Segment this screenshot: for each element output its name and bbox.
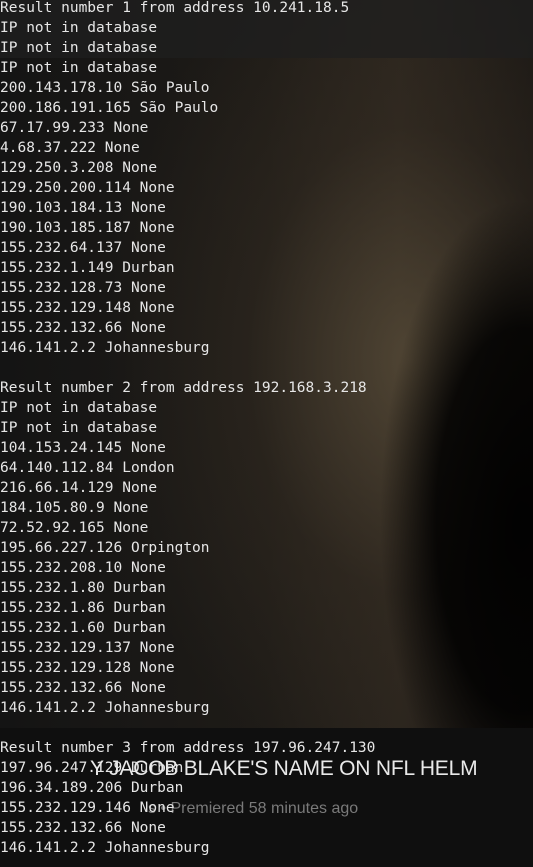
ip-location-line: 4.68.37.222 None [0, 140, 140, 156]
ip-location-line: 197.96.247.129 Durban [0, 760, 184, 776]
ip-location-line: 184.105.80.9 None [0, 500, 149, 516]
result-header-line: Result number 2 from address 192.168.3.2… [0, 380, 367, 396]
ip-location-line: 155.232.128.73 None [0, 280, 166, 296]
ip-location-line: 155.232.208.10 None [0, 560, 166, 576]
ip-location-line: 155.232.129.128 None [0, 660, 175, 676]
ip-location-line: 195.66.227.126 Orpington [0, 540, 210, 556]
ip-location-line: 190.103.184.13 None [0, 200, 166, 216]
ip-location-line: 146.141.2.2 Johannesburg [0, 340, 210, 356]
ip-location-line: 200.186.191.165 São Paulo [0, 100, 219, 116]
ip-location-line: 155.232.132.66 None [0, 680, 166, 696]
ip-location-line: 129.250.200.114 None [0, 180, 175, 196]
terminal-output: Result number 1 from address 10.241.18.5… [0, 0, 533, 858]
ip-location-line: 155.232.1.80 Durban [0, 580, 166, 596]
ip-location-line: 155.232.64.137 None [0, 240, 166, 256]
ip-not-found-line: IP not in database [0, 60, 158, 76]
ip-location-line: 155.232.132.66 None [0, 320, 166, 336]
ip-location-line: 146.141.2.2 Johannesburg [0, 700, 210, 716]
ip-location-line: 196.34.189.206 Durban [0, 780, 184, 796]
result-header-line: Result number 1 from address 10.241.18.5 [0, 0, 350, 16]
ip-location-line: 67.17.99.233 None [0, 120, 149, 136]
ip-not-found-line: IP not in database [0, 420, 158, 436]
ip-location-line: 190.103.185.187 None [0, 220, 175, 236]
ip-not-found-line: IP not in database [0, 40, 158, 56]
ip-location-line: 155.232.129.146 None [0, 800, 175, 816]
ip-not-found-line: IP not in database [0, 20, 158, 36]
ip-location-line: 216.66.14.129 None [0, 480, 158, 496]
ip-location-line: 72.52.92.165 None [0, 520, 149, 536]
ip-location-line: 146.141.2.2 Johannesburg [0, 840, 210, 856]
ip-location-line: 104.153.24.145 None [0, 440, 166, 456]
ip-location-line: 200.143.178.10 São Paulo [0, 80, 210, 96]
ip-location-line: 64.140.112.84 London [0, 460, 175, 476]
ip-location-line: 155.232.1.60 Durban [0, 620, 166, 636]
ip-location-line: 155.232.129.148 None [0, 300, 175, 316]
ip-location-line: 155.232.132.66 None [0, 820, 166, 836]
ip-not-found-line: IP not in database [0, 400, 158, 416]
ip-location-line: 155.232.1.86 Durban [0, 600, 166, 616]
result-header-line: Result number 3 from address 197.96.247.… [0, 740, 376, 756]
ip-location-line: 155.232.1.149 Durban [0, 260, 175, 276]
ip-location-line: 129.250.3.208 None [0, 160, 158, 176]
ip-location-line: 155.232.129.137 None [0, 640, 175, 656]
